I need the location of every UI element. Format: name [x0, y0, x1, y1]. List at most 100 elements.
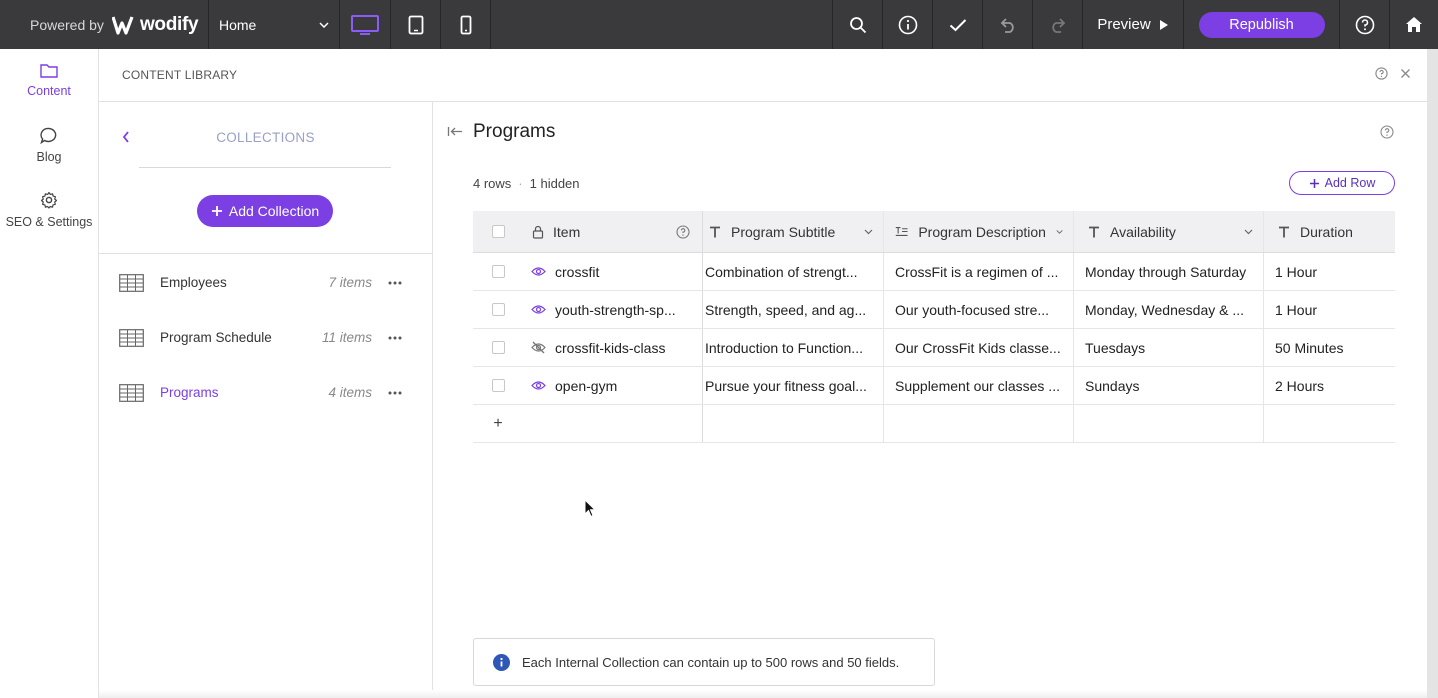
rail-item-content[interactable]: Content — [0, 63, 98, 98]
eye-off-icon — [530, 341, 546, 354]
chevron-down-icon[interactable] — [1056, 229, 1063, 235]
row-checkbox[interactable] — [491, 265, 505, 278]
gear-icon — [40, 191, 58, 209]
back-button[interactable] — [121, 130, 131, 144]
undo-button[interactable] — [983, 0, 1033, 49]
help-icon[interactable] — [676, 224, 690, 239]
add-row-inline: + — [473, 405, 1395, 443]
collapse-panel-icon[interactable] — [447, 126, 463, 137]
column-header-duration[interactable]: Duration — [1264, 211, 1395, 252]
cell-availability[interactable]: Monday through Saturday — [1074, 253, 1264, 290]
cell-duration[interactable]: 1 Hour — [1264, 253, 1395, 290]
add-row-plus-button[interactable]: + — [473, 405, 523, 442]
row-checkbox[interactable] — [491, 379, 505, 392]
page-select[interactable]: Home — [209, 0, 340, 49]
cell-program-description[interactable]: Our CrossFit Kids classe... — [884, 329, 1074, 366]
info-notice: Each Internal Collection can contain up … — [473, 638, 935, 686]
table-row[interactable]: crossfit-kids-class Introduction to Func… — [473, 329, 1395, 367]
table-row[interactable]: youth-strength-sp... Strength, speed, an… — [473, 291, 1395, 329]
rail-item-seo-settings[interactable]: SEO & Settings — [0, 191, 98, 229]
page-select-value: Home — [219, 16, 257, 33]
collection-name: Programs — [160, 385, 219, 400]
panel-title: CONTENT LIBRARY — [122, 68, 238, 82]
collections-header: COLLECTIONS Add Collection — [99, 102, 432, 254]
row-checkbox[interactable] — [491, 303, 505, 316]
column-header-program-subtitle[interactable]: Program Subtitle — [703, 211, 884, 252]
more-options-icon[interactable] — [388, 281, 402, 285]
cell-program-description[interactable]: Our youth-focused stre... — [884, 291, 1074, 328]
chevron-down-icon[interactable] — [864, 229, 873, 235]
republish-area: Republish — [1184, 0, 1340, 49]
close-icon[interactable] — [1400, 68, 1411, 79]
tablet-view-button[interactable] — [391, 0, 441, 49]
brand-area: Powered by wodify — [0, 0, 209, 49]
chat-bubble-icon — [40, 127, 57, 144]
mobile-view-button[interactable] — [441, 0, 491, 49]
rail-item-blog[interactable]: Blog — [0, 127, 98, 164]
cell-item[interactable]: crossfit-kids-class — [553, 329, 703, 366]
preview-button[interactable]: Preview — [1083, 0, 1184, 49]
tablet-icon — [408, 15, 423, 34]
table-row[interactable]: open-gym Pursue your fitness goal... Sup… — [473, 367, 1395, 405]
add-collection-label: Add Collection — [228, 203, 320, 219]
column-header-item[interactable]: Item — [553, 211, 703, 252]
cell-program-subtitle[interactable]: Combination of strengt... — [703, 253, 884, 290]
collection-item-employees[interactable]: Employees 7 items — [99, 255, 432, 310]
cell-item[interactable]: open-gym — [553, 367, 703, 404]
column-header-availability[interactable]: Availability — [1074, 211, 1264, 252]
visibility-toggle[interactable] — [523, 367, 553, 404]
column-header-label: Availability — [1110, 223, 1176, 240]
redo-button[interactable] — [1033, 0, 1083, 49]
plus-icon — [211, 206, 222, 216]
add-collection-button[interactable]: Add Collection — [197, 195, 333, 227]
home-icon — [1406, 17, 1422, 32]
search-button[interactable] — [833, 0, 883, 49]
cell-availability[interactable]: Tuesdays — [1074, 329, 1264, 366]
bottom-edge — [99, 690, 1427, 698]
row-checkbox[interactable] — [491, 341, 505, 354]
visibility-toggle[interactable] — [523, 253, 553, 290]
chevron-down-icon[interactable] — [1244, 229, 1253, 235]
cell-availability[interactable]: Sundays — [1074, 367, 1264, 404]
cell-program-description[interactable]: Supplement our classes ... — [884, 367, 1074, 404]
collection-item-program-schedule[interactable]: Program Schedule 11 items — [99, 310, 432, 365]
column-header-program-description[interactable]: Program Description — [884, 211, 1074, 252]
cell-item[interactable]: crossfit — [553, 253, 703, 290]
help-icon[interactable] — [1380, 125, 1394, 139]
eye-icon — [530, 381, 546, 390]
desktop-view-button[interactable] — [340, 0, 391, 49]
cell-duration[interactable]: 2 Hours — [1264, 367, 1395, 404]
collections-panel: COLLECTIONS Add Collection Employees 7 i… — [99, 102, 433, 698]
home-button[interactable] — [1390, 0, 1438, 49]
more-options-icon[interactable] — [388, 336, 402, 340]
select-all-checkbox[interactable] — [491, 225, 505, 238]
column-header-label: Item — [553, 223, 581, 240]
empty-cell — [553, 405, 703, 442]
scroll-edge — [1427, 49, 1438, 698]
help-icon[interactable] — [1375, 67, 1388, 80]
visibility-toggle[interactable] — [523, 291, 553, 328]
data-table: Item Program Subtitle Program Descriptio… — [473, 211, 1395, 443]
row-checkbox-cell — [473, 329, 523, 366]
cell-program-subtitle[interactable]: Strength, speed, and ag... — [703, 291, 884, 328]
cell-program-description[interactable]: CrossFit is a regimen of ... — [884, 253, 1074, 290]
table-row[interactable]: crossfit Combination of strengt... Cross… — [473, 253, 1395, 291]
hidden-count: 1 hidden — [529, 176, 580, 191]
cell-item[interactable]: youth-strength-sp... — [553, 291, 703, 328]
republish-button[interactable]: Republish — [1198, 11, 1325, 38]
left-rail: Content Blog SEO & Settings — [0, 49, 99, 698]
cell-program-subtitle[interactable]: Introduction to Function... — [703, 329, 884, 366]
cell-program-subtitle[interactable]: Pursue your fitness goal... — [703, 367, 884, 404]
text-type-icon — [1089, 226, 1099, 237]
publish-check-button[interactable] — [933, 0, 983, 49]
more-options-icon[interactable] — [388, 391, 402, 395]
add-row-button[interactable]: Add Row — [1289, 171, 1395, 195]
visibility-toggle[interactable] — [523, 329, 553, 366]
cell-duration[interactable]: 1 Hour — [1264, 291, 1395, 328]
cell-duration[interactable]: 50 Minutes — [1264, 329, 1395, 366]
collection-item-programs[interactable]: Programs 4 items — [99, 365, 432, 420]
cell-availability[interactable]: Monday, Wednesday & ... — [1074, 291, 1264, 328]
meta-separator: · — [518, 176, 523, 191]
info-button[interactable] — [883, 0, 933, 49]
help-button[interactable] — [1340, 0, 1390, 49]
